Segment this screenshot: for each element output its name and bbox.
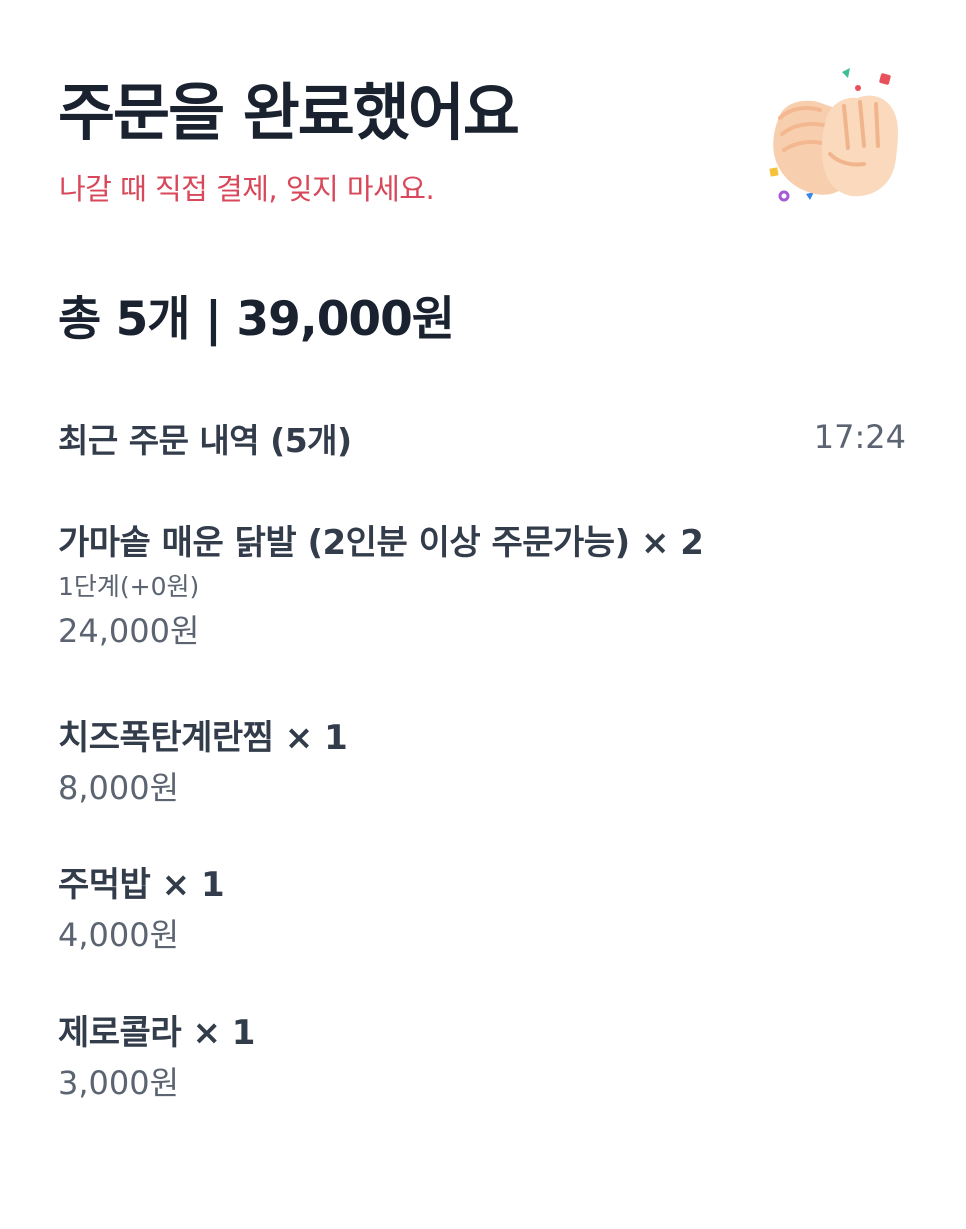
order-item-price: 24,000원	[58, 612, 200, 650]
payment-reminder: 나갈 때 직접 결제, 잊지 마세요.	[59, 172, 435, 206]
recent-orders-title: 최근 주문 내역 (5개)	[58, 421, 352, 460]
confetti-piece	[879, 73, 891, 85]
order-total: 총 5개 | 39,000원	[58, 292, 455, 347]
order-item-price: 3,000원	[58, 1064, 180, 1102]
right-hand	[821, 95, 898, 197]
order-item-option: 1단계(+0원)	[58, 572, 200, 601]
order-item-name: 가마솥 매운 닭발 (2인분 이상 주문가능) × 2	[58, 523, 704, 563]
order-item: 제로콜라 × 1 3,000원	[58, 1012, 918, 1102]
order-time: 17:24	[813, 418, 906, 456]
confetti-piece	[778, 190, 790, 202]
confetti-piece	[855, 85, 861, 91]
confetti-piece	[842, 68, 850, 78]
order-item-name: 주먹밥 × 1	[58, 865, 225, 905]
clapping-hands-icon	[760, 62, 910, 212]
order-item: 치즈폭탄계란찜 × 1 8,000원	[58, 717, 918, 807]
clapping-hands-illustration	[769, 68, 898, 202]
order-item-name: 제로콜라 × 1	[58, 1013, 255, 1053]
order-item: 주먹밥 × 1 4,000원	[58, 864, 918, 954]
order-complete-page: 주문을 완료했어요 나갈 때 직접 결제, 잊지 마세요. 총 5개 | 39,…	[0, 0, 966, 1229]
order-item-name: 치즈폭탄계란찜 × 1	[58, 718, 348, 758]
page-title: 주문을 완료했어요	[58, 76, 520, 149]
order-item-price: 4,000원	[58, 916, 180, 954]
confetti-piece	[769, 167, 779, 177]
order-item-price: 8,000원	[58, 769, 180, 807]
order-item: 가마솥 매운 닭발 (2인분 이상 주문가능) × 2 1단계(+0원) 24,…	[58, 522, 918, 650]
